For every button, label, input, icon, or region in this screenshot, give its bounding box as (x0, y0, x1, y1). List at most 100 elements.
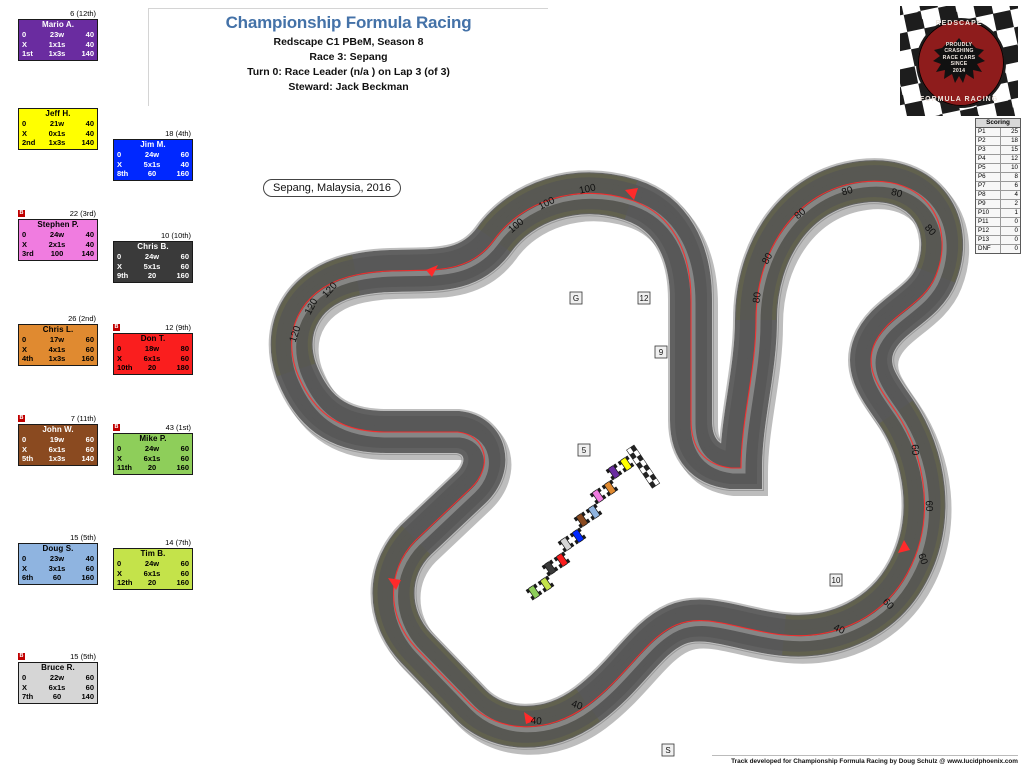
car-token[interactable] (537, 575, 555, 593)
car-token[interactable] (585, 503, 603, 521)
footer-credit: Track developed for Championship Formula… (712, 755, 1018, 765)
driver-stat-cell: 6x1s (48, 444, 66, 454)
scoring-points: 18 (1001, 137, 1020, 145)
driver-stat-cell: 20 (147, 271, 157, 280)
driver-stat-row: X 6x1s 60 (114, 354, 192, 364)
driver-stat-cell: 60 (180, 444, 189, 453)
car-token[interactable] (569, 527, 587, 545)
logo-name-top: REDSCAPE (935, 20, 983, 27)
driver-card[interactable]: 18 (4th) Jim M. 0 24w 60 X 5x1s 40 8th 60 160 (113, 128, 193, 181)
driver-stat-cell: X (22, 563, 28, 573)
car-token[interactable] (553, 551, 571, 569)
scoring-position: P10 (976, 209, 1001, 217)
car-token[interactable] (525, 583, 543, 601)
driver-stat-cell: 40 (85, 30, 94, 39)
car-token[interactable] (541, 559, 559, 577)
driver-card[interactable]: 14 (7th) Tim B. 0 24w 60 X 6x1s 60 12th 20 160 (113, 537, 193, 590)
driver-card-body: John W. 0 19w 60 X 6x1s 60 5th 1x3s 140 (18, 424, 98, 466)
driver-stat-cell: 0x1s (48, 128, 66, 138)
driver-car-number-grid: 14 (7th) (165, 538, 191, 547)
driver-card[interactable]: 6 (12th) Mario A. 0 23w 40 X 1x1s 40 1st 1x3s 140 (18, 8, 98, 61)
driver-stat-cell: X (117, 353, 123, 363)
driver-card[interactable]: B 15 (5th) Bruce R. 0 22w 60 X 6x1s 60 7th 60 140 (18, 651, 98, 704)
driver-card[interactable]: B 7 (11th) John W. 0 19w 60 X 6x1s 60 5th 1x3s 140 (18, 413, 98, 466)
driver-stat-cell: 60 (180, 453, 189, 463)
driver-car-number-grid: 15 (5th) (70, 652, 96, 661)
car-token[interactable] (601, 479, 619, 497)
driver-stat-cell: 60 (180, 353, 189, 363)
driver-card-header (18, 97, 98, 108)
driver-stat-cell: X (22, 239, 28, 249)
driver-card[interactable]: 26 (2nd) Chris L. 0 17w 60 X 4x1s 60 4th 1x3s 160 (18, 313, 98, 366)
driver-stat-cell: 8th (117, 169, 129, 178)
scoring-position: P8 (976, 191, 1001, 199)
scoring-position: P6 (976, 173, 1001, 181)
driver-stat-cell: 0 (22, 119, 27, 128)
driver-stat-cell: 40 (85, 128, 94, 138)
scoring-row: P3 15 (976, 146, 1020, 155)
driver-stat-row: 12th 20 160 (114, 578, 192, 588)
scoring-row: P2 18 (976, 137, 1020, 146)
driver-card[interactable]: B 22 (3rd) Stephen P. 0 24w 40 X 2x1s 40 3rd 100 14… (18, 208, 98, 261)
driver-stat-cell: 7th (22, 692, 34, 701)
driver-car-number-grid: 7 (11th) (70, 414, 96, 423)
driver-card-header: 18 (4th) (113, 128, 193, 139)
scoring-row: P4 12 (976, 155, 1020, 164)
driver-car-number-grid: 15 (5th) (70, 533, 96, 542)
scoring-row: P12 0 (976, 227, 1020, 236)
blue-flag-badge: B (18, 652, 25, 660)
scoring-points: 15 (1001, 146, 1020, 154)
scoring-row: P5 10 (976, 164, 1020, 173)
scoring-points: 8 (1001, 173, 1020, 181)
driver-stat-cell: 3x1s (48, 563, 66, 573)
driver-stat-cell: 1x1s (48, 39, 66, 49)
driver-stat-cell: 18w (144, 344, 160, 353)
driver-stat-cell: 60 (85, 673, 94, 682)
driver-name: Chris B. (137, 242, 169, 251)
driver-card-body: Chris L. 0 17w 60 X 4x1s 60 4th 1x3s 160 (18, 324, 98, 366)
driver-stat-cell: 5x1s (143, 261, 161, 271)
car-token[interactable] (589, 487, 607, 505)
driver-card[interactable]: B 12 (9th) Don T. 0 18w 80 X 6x1s 60 10th 20 180 (113, 322, 193, 375)
driver-stat-cell: 24w (144, 444, 160, 453)
driver-stat-cell: 20 (147, 578, 157, 587)
driver-stat-row: X 6x1s 60 (114, 454, 192, 464)
car-token[interactable] (557, 535, 575, 553)
driver-stat-cell: X (22, 682, 28, 692)
driver-car-number-grid: 18 (4th) (165, 129, 191, 138)
car-token[interactable] (573, 511, 591, 529)
driver-stat-cell: 180 (176, 363, 189, 372)
driver-name: Mike P. (139, 434, 167, 443)
driver-stat-cell: X (117, 261, 123, 271)
driver-stat-cell: 60 (180, 252, 189, 261)
driver-card-header: 6 (12th) (18, 8, 98, 19)
driver-stat-cell: 19w (49, 435, 65, 444)
driver-stat-cell: 140 (81, 138, 94, 147)
scoring-points: 0 (1001, 236, 1020, 244)
driver-stat-cell: 24w (144, 559, 160, 568)
driver-car-number-grid: 26 (2nd) (68, 314, 96, 323)
scoring-position: P9 (976, 200, 1001, 208)
driver-card[interactable]: B 43 (1st) Mike P. 0 24w 60 X 6x1s 60 11th 20 160 (113, 422, 193, 475)
scoring-rows: P1 25 P2 18 P3 15 P4 12 P5 10 P6 8 P7 6 P8 4 P9 2 P10 1 P11 0… (976, 128, 1020, 253)
driver-car-number-grid: 6 (12th) (70, 9, 96, 18)
driver-stat-row: 7th 60 140 (19, 692, 97, 702)
driver-stat-row: 8th 60 160 (114, 169, 192, 179)
scoring-row: P13 0 (976, 236, 1020, 245)
driver-stat-cell: 3rd (22, 249, 34, 258)
scoring-row: P7 6 (976, 182, 1020, 191)
driver-card[interactable]: 10 (10th) Chris B. 0 24w 60 X 5x1s 60 9th 20 160 (113, 230, 193, 283)
driver-stat-row: 3rd 100 140 (19, 249, 97, 259)
driver-card-body: Bruce R. 0 22w 60 X 6x1s 60 7th 60 140 (18, 662, 98, 704)
driver-stat-cell: 0 (22, 435, 27, 444)
driver-stat-cell: 22w (49, 673, 65, 682)
car-token[interactable] (605, 463, 623, 481)
turn-status: Turn 0: Race Leader (n/a ) on Lap 3 (of … (247, 66, 450, 78)
scoring-row: P6 8 (976, 173, 1020, 182)
blue-flag-badge: B (113, 323, 120, 331)
driver-card[interactable]: Jeff H. 0 21w 40 X 0x1s 40 2nd 1x3s 140 (18, 97, 98, 150)
driver-stat-row: 4th 1x3s 160 (19, 354, 97, 364)
driver-name: Stephen P. (37, 220, 79, 229)
title-block: Championship Formula Racing Redscape C1 … (148, 8, 548, 106)
driver-card[interactable]: 15 (5th) Doug S. 0 23w 40 X 3x1s 60 6th 60 160 (18, 532, 98, 585)
